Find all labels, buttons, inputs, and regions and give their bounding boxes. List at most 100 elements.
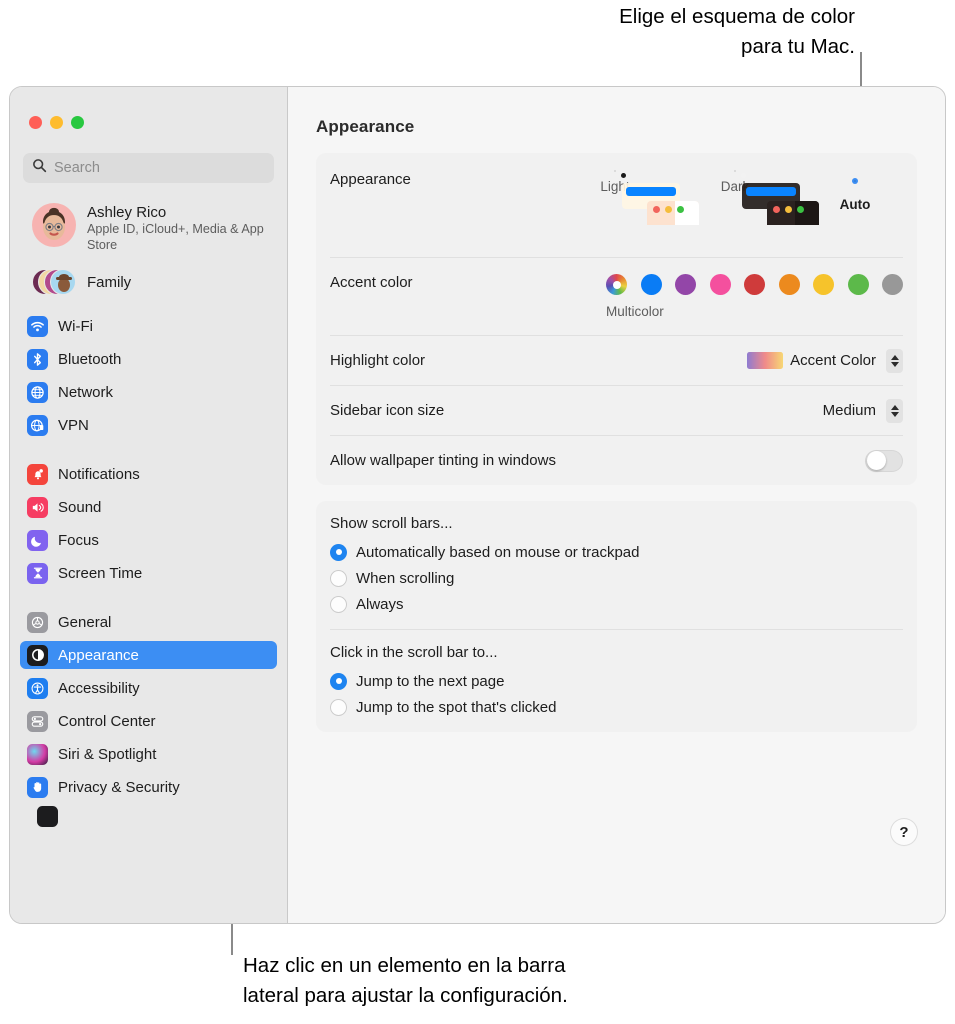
detail-pane: Appearance Appearance Light Dark Auto Ac… <box>288 87 945 923</box>
accent-swatch-graphite[interactable] <box>882 274 903 295</box>
accent-color-label: Accent color <box>330 274 413 291</box>
radio-option-when-scrolling[interactable]: When scrolling <box>330 565 903 591</box>
sidebar-item-vpn[interactable]: VPN <box>20 411 277 439</box>
account-subtitle: Apple ID, iCloud+, Media & App Store <box>87 222 264 252</box>
appearance-option-label: Auto <box>839 197 871 212</box>
search-field[interactable] <box>23 153 274 183</box>
radio-label: Jump to the next page <box>356 672 505 690</box>
radio-option-automatically[interactable]: Automatically based on mouse or trackpad <box>330 539 903 565</box>
sidebar-item-label: Notifications <box>58 465 140 483</box>
sidebar-item-label: Bluetooth <box>58 350 122 368</box>
sidebar-item-control-center[interactable]: Control Center <box>20 707 277 735</box>
search-icon <box>32 158 47 178</box>
account-name: Ashley Rico <box>87 204 167 221</box>
sidebar-icon-size-value: Medium <box>822 402 876 419</box>
family-avatars <box>32 267 76 297</box>
family-label: Family <box>87 273 132 291</box>
accent-swatch-orange[interactable] <box>778 274 800 295</box>
search-input[interactable] <box>54 160 265 176</box>
accessibility-icon <box>27 677 48 699</box>
sidebar-item-label: VPN <box>58 416 89 434</box>
sidebar-item-privacy-security[interactable]: Privacy & Security <box>20 773 277 801</box>
scroll-bar-click-title: Click in the scroll bar to... <box>330 644 498 661</box>
sidebar-divider-1 <box>10 444 287 460</box>
sidebar-item-label: Privacy & Security <box>58 778 180 796</box>
radio-button[interactable] <box>330 569 347 587</box>
sidebar-group-system: Notifications Sound Focus Screen Time <box>10 460 287 587</box>
radio-option-always[interactable]: Always <box>330 591 903 617</box>
chevron-updown-icon[interactable] <box>886 348 903 373</box>
globe-icon <box>27 381 48 403</box>
sidebar-item-focus[interactable]: Focus <box>20 526 277 554</box>
sidebar-item-label: Wi-Fi <box>58 317 93 335</box>
highlight-color-row: Highlight color Accent Color <box>330 335 903 385</box>
bluetooth-icon <box>27 348 48 370</box>
radio-option-jump-to-spot[interactable]: Jump to the spot that's clicked <box>330 694 903 720</box>
account-row[interactable]: Ashley Rico Apple ID, iCloud+, Media & A… <box>26 199 274 257</box>
sidebar-item-label: Focus <box>58 531 99 549</box>
radio-button[interactable] <box>330 595 347 613</box>
appearance-mode-row: Appearance Light Dark Auto <box>330 153 903 257</box>
appearance-option-light[interactable]: Light <box>567 171 699 225</box>
family-avatar-4 <box>50 269 76 295</box>
radio-label: Jump to the spot that's clicked <box>356 698 557 716</box>
sidebar-divider-2 <box>10 592 287 608</box>
siri-icon <box>27 743 48 765</box>
close-button[interactable] <box>29 116 42 129</box>
radio-button[interactable] <box>330 672 347 690</box>
radio-label: Automatically based on mouse or trackpad <box>356 543 640 561</box>
bell-icon <box>27 463 48 485</box>
hourglass-icon <box>27 562 48 584</box>
screenshot-root: Elige el esquema de color para tu Mac. H… <box>0 0 955 1024</box>
scroll-bar-click-section: Click in the scroll bar to... Jump to th… <box>330 629 903 732</box>
appearance-icon <box>27 644 48 666</box>
radio-button[interactable] <box>330 543 347 561</box>
sidebar-item-siri-spotlight[interactable]: Siri & Spotlight <box>20 740 277 768</box>
highlight-color-popup-button[interactable]: Accent Color <box>747 348 903 373</box>
sidebar-item-sound[interactable]: Sound <box>20 493 277 521</box>
sidebar-item-label: Siri & Spotlight <box>58 745 157 763</box>
sidebar-item-label: Network <box>58 383 114 401</box>
radio-button[interactable] <box>330 698 347 716</box>
accent-swatch-blue[interactable] <box>640 274 662 295</box>
accent-swatch-pink[interactable] <box>709 274 731 295</box>
minimize-button[interactable] <box>50 116 63 129</box>
vpn-globe-icon <box>27 414 48 436</box>
appearance-thumbnails: Light Dark Auto <box>567 171 903 225</box>
sidebar-item-general[interactable]: General <box>20 608 277 636</box>
accent-swatch-multicolor[interactable] <box>606 274 627 295</box>
accent-swatch-green[interactable] <box>847 274 869 295</box>
sidebar-icon-size-popup-button[interactable]: Medium <box>822 398 903 423</box>
accent-swatch-yellow[interactable] <box>813 274 834 295</box>
appearance-option-dark[interactable]: Dark <box>687 171 819 225</box>
accent-color-controls: Multicolor <box>606 274 903 319</box>
sidebar-item-label: General <box>58 613 112 631</box>
sidebar-item-accessibility[interactable]: Accessibility <box>20 674 277 702</box>
sidebar-item-bluetooth[interactable]: Bluetooth <box>20 345 277 373</box>
chevron-updown-icon[interactable] <box>886 398 903 423</box>
speaker-icon <box>27 496 48 518</box>
appearance-settings-card: Appearance Light Dark Auto Accent color … <box>316 153 917 485</box>
radio-option-jump-next-page[interactable]: Jump to the next page <box>330 668 903 694</box>
sidebar-item-partial-icon[interactable] <box>37 806 58 827</box>
sidebar-item-wi-fi[interactable]: Wi-Fi <box>20 312 277 340</box>
sidebar-item-appearance[interactable]: Appearance <box>20 641 277 669</box>
page-title: Appearance <box>316 117 415 136</box>
sidebar-item-notifications[interactable]: Notifications <box>20 460 277 488</box>
help-button[interactable]: ? <box>891 819 917 845</box>
system-settings-window: Ashley Rico Apple ID, iCloud+, Media & A… <box>9 86 946 924</box>
account-text: Ashley Rico Apple ID, iCloud+, Media & A… <box>87 203 267 253</box>
accent-swatch-red[interactable] <box>744 274 765 295</box>
appearance-option-auto[interactable]: Auto <box>807 171 903 212</box>
accent-swatch-purple[interactable] <box>675 274 696 295</box>
wallpaper-tinting-toggle[interactable] <box>865 449 903 472</box>
zoom-button[interactable] <box>71 116 84 129</box>
sidebar-item-family[interactable]: Family <box>26 264 274 300</box>
callout-top-text: Elige el esquema de color para tu Mac. <box>619 5 855 58</box>
sidebar-icon-size-label: Sidebar icon size <box>330 402 445 419</box>
sidebar-nav: Wi-Fi Bluetooth Network VPN Notification… <box>10 312 287 827</box>
wifi-icon <box>27 315 48 337</box>
sidebar-item-screen-time[interactable]: Screen Time <box>20 559 277 587</box>
show-scroll-bars-section: Show scroll bars... Automatically based … <box>330 501 903 629</box>
sidebar-item-network[interactable]: Network <box>20 378 277 406</box>
